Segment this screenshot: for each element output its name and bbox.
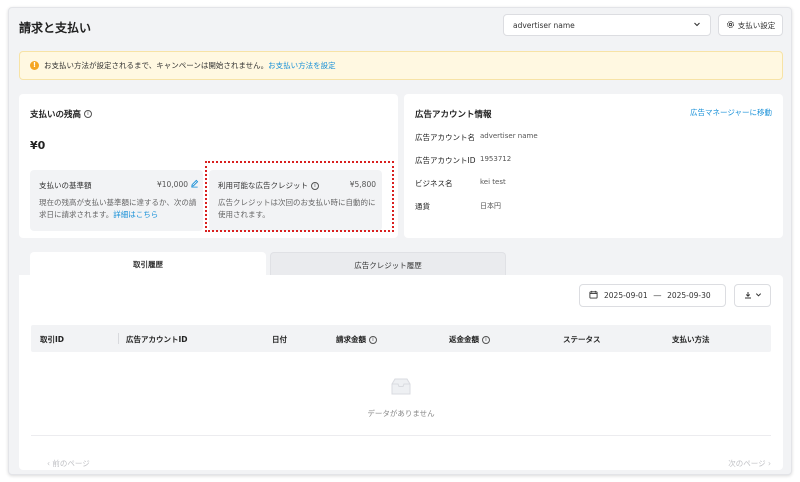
warning-icon: ! [30, 61, 39, 70]
date-range-picker[interactable]: 2025-09-01 ― 2025-09-30 [579, 284, 726, 307]
date-end: 2025-09-30 [667, 291, 711, 300]
learn-more-link[interactable]: 詳細はこちら [113, 210, 158, 219]
balance-title-row: 支払いの残高 i [30, 108, 93, 120]
account-id-label: 広告アカウントID [415, 156, 476, 165]
col-billed-amount: 請求金額 i [336, 334, 377, 345]
col-billed-amount-label: 請求金額 [336, 335, 366, 344]
account-info-card: 広告アカウント情報 広告マネージャーに移動 広告アカウント名 advertise… [404, 94, 783, 238]
account-select[interactable]: advertiser name [503, 14, 711, 36]
balance-amount: ¥0 [30, 139, 46, 152]
edit-icon[interactable] [190, 179, 199, 190]
tab-ad-credit-history[interactable]: 広告クレジット履歴 [270, 252, 506, 277]
divider [31, 435, 771, 436]
currency-value: 日本円 [480, 202, 501, 210]
date-start: 2025-09-01 [604, 291, 648, 300]
credit-highlight-box [205, 161, 394, 232]
currency-label: 通貨 [415, 202, 430, 211]
gear-icon [726, 20, 735, 31]
transactions-panel: 2025-09-01 ― 2025-09-30 取引ID 広告アカウントID 日… [19, 275, 783, 470]
threshold-value: ¥10,000 [156, 180, 188, 189]
chevron-down-icon [693, 20, 701, 30]
page-title: 請求と支払い [19, 21, 92, 35]
payment-alert: ! お支払い方法が設定されるまで、キャンペーンは開始されません。 お支払い方法を… [19, 51, 783, 80]
balance-title: 支払いの残高 [30, 110, 82, 120]
account-name-label: 広告アカウント名 [415, 133, 475, 142]
set-payment-method-link[interactable]: お支払い方法を設定 [268, 60, 336, 71]
business-name-value: kei test [480, 178, 506, 186]
tab-transaction-history[interactable]: 取引履歴 [30, 252, 266, 277]
threshold-note: 現在の残高が支払い基準額に達するか、次の請求日に請求されます。詳細はこちら [39, 197, 197, 221]
date-separator: ― [653, 291, 662, 300]
account-id-value: 1953712 [480, 155, 512, 163]
column-divider [118, 333, 119, 344]
threshold-label: 支払いの基準額 [39, 181, 92, 190]
chevron-right-icon: › [768, 459, 771, 468]
billing-page: 請求と支払い advertiser name 支払い設定 ! お支払い方法が設定… [8, 7, 792, 475]
payment-settings-button[interactable]: 支払い設定 [718, 14, 783, 36]
empty-state-text: データがありません [367, 409, 435, 418]
col-date: 日付 [272, 335, 287, 344]
table-header: 取引ID 広告アカウントID 日付 請求金額 i 返金金額 i ステータス 支払… [31, 325, 771, 352]
account-info-title: 広告アカウント情報 [415, 110, 492, 120]
calendar-icon [589, 290, 598, 301]
col-status: ステータス [563, 335, 601, 344]
col-payment-method: 支払い方法 [672, 335, 710, 344]
col-account-id: 広告アカウントID [126, 335, 188, 344]
alert-text: お支払い方法が設定されるまで、キャンペーンは開始されません。 [44, 61, 269, 70]
col-transaction-id: 取引ID [40, 335, 65, 344]
payment-settings-label: 支払い設定 [737, 20, 776, 30]
business-name-label: ビジネス名 [415, 179, 453, 188]
chevron-left-icon: ‹ [47, 459, 50, 468]
threshold-panel: 支払いの基準額 ¥10,000 現在の残高が支払い基準額に達するか、次の請求日に… [30, 170, 203, 231]
prev-page-label: 前のページ [52, 459, 90, 468]
next-page-label: 次のページ [728, 459, 766, 468]
balance-card: 支払いの残高 i ¥0 支払いの基準額 ¥10,000 現在の残高が支払い基準額… [19, 94, 398, 238]
info-icon[interactable]: i [482, 335, 490, 344]
empty-box-icon [389, 377, 413, 399]
account-select-value: advertiser name [513, 20, 575, 30]
info-icon[interactable]: i [84, 110, 93, 118]
next-page-button[interactable]: 次のページ › [728, 458, 771, 469]
download-button[interactable] [734, 284, 771, 307]
col-refund-amount: 返金金額 i [449, 334, 490, 345]
prev-page-button[interactable]: ‹ 前のページ [47, 458, 90, 469]
account-name-value: advertiser name [480, 132, 538, 140]
ads-manager-link[interactable]: 広告マネージャーに移動 [690, 107, 772, 118]
download-icon [744, 291, 752, 301]
col-refund-amount-label: 返金金額 [449, 335, 479, 344]
info-icon[interactable]: i [369, 335, 377, 344]
chevron-down-icon [755, 291, 762, 300]
